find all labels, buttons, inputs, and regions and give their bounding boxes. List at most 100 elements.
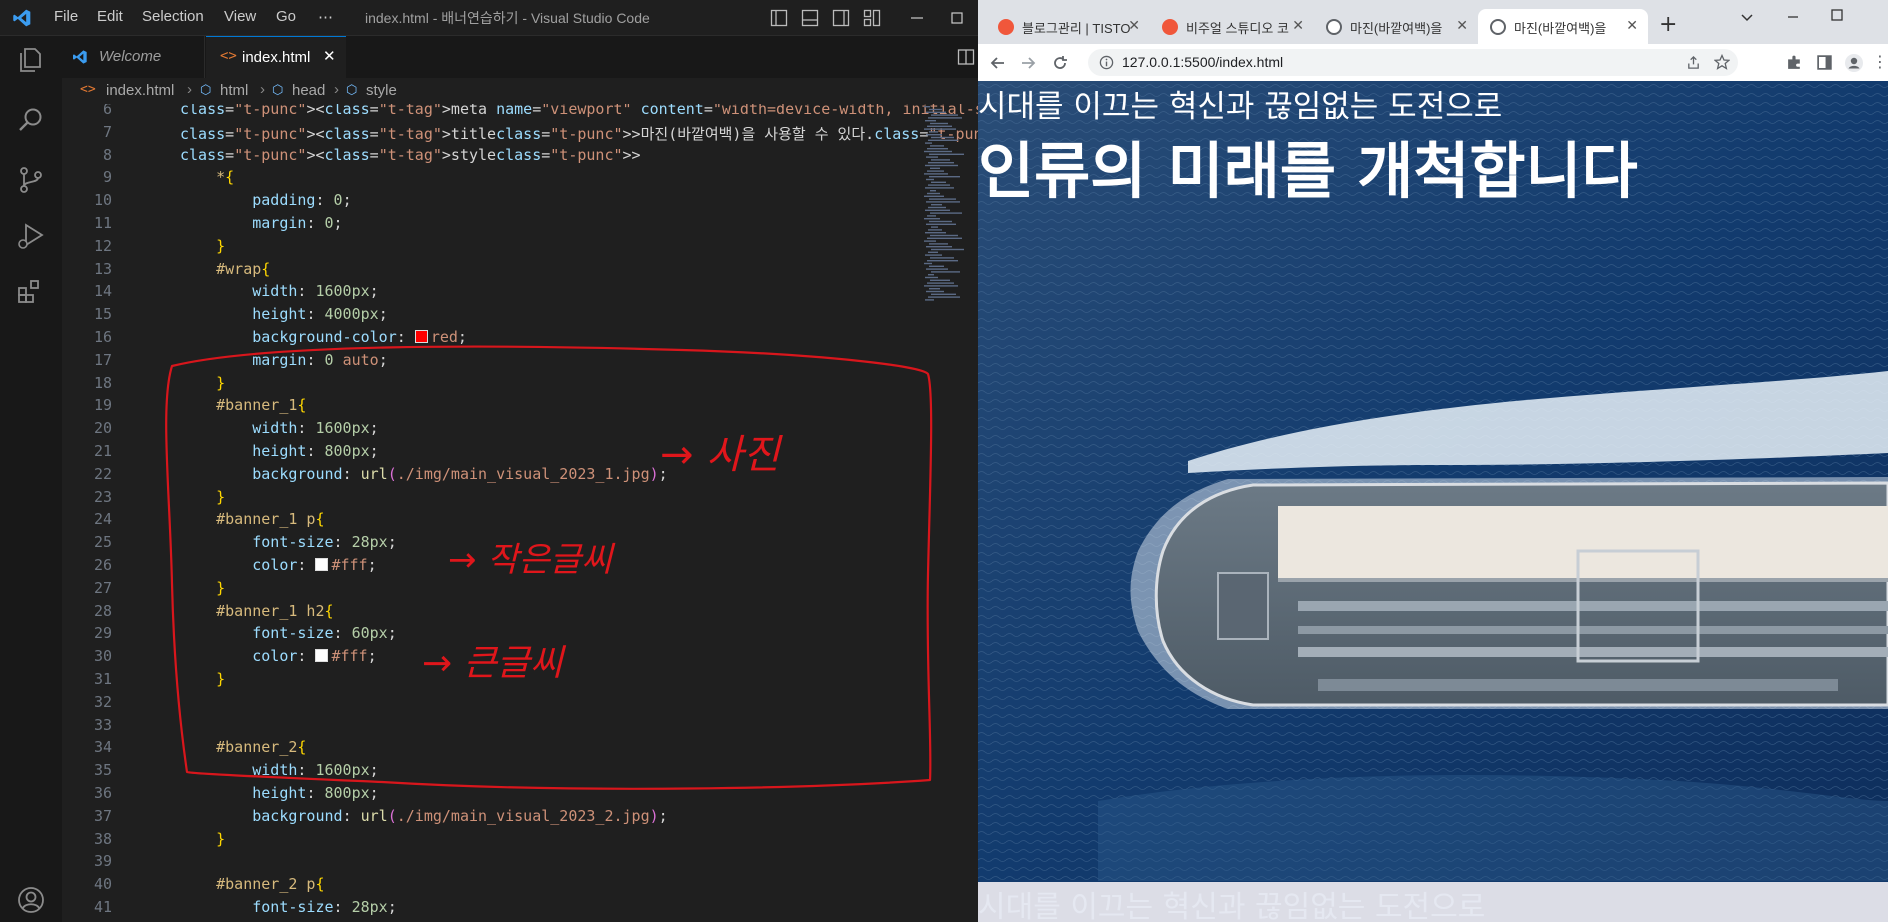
back-icon[interactable] — [988, 53, 1008, 73]
tab-label: 블로그관리 | TISTO — [1022, 21, 1131, 36]
minimap-line — [931, 226, 938, 228]
minimap-line — [930, 212, 962, 214]
address-bar[interactable]: 127.0.0.1:5500/index.html — [1088, 49, 1738, 76]
reload-icon[interactable] — [1050, 53, 1070, 73]
editor-tabs: Welcome <> index.html ✕ — [62, 36, 978, 79]
annotation-big-text: → 큰글씨 — [422, 643, 563, 684]
toggle-panel-icon[interactable] — [801, 9, 819, 27]
search-icon[interactable] — [15, 104, 47, 136]
element-icon: ⬡ — [272, 82, 284, 97]
minimap-line — [925, 209, 950, 211]
minimap-line — [924, 106, 930, 108]
side-panel-icon[interactable] — [1816, 54, 1833, 71]
menu-file[interactable]: File — [54, 8, 78, 25]
browser-tab[interactable]: 블로그관리 | TISTO ✕ — [986, 9, 1150, 44]
bookmark-star-icon[interactable] — [1714, 54, 1730, 70]
minimap-line — [931, 181, 946, 183]
minimize-icon[interactable] — [908, 9, 926, 27]
tab-strip: 블로그관리 | TISTO ✕ 비주얼 스튜디오 코 ✕ 마진(바깥여백)을 ✕… — [978, 0, 1888, 44]
source-control-icon[interactable] — [15, 164, 47, 196]
minimap-line — [929, 153, 964, 155]
forward-icon[interactable] — [1018, 53, 1038, 73]
menu-view[interactable]: View — [224, 8, 256, 25]
tab-search-icon[interactable] — [1740, 10, 1754, 24]
tab-close-icon[interactable]: ✕ — [1456, 17, 1468, 34]
browser-toolbar: 127.0.0.1:5500/index.html ⋮ — [978, 44, 1888, 82]
tab-close-icon[interactable]: ✕ — [1128, 17, 1140, 34]
accounts-icon[interactable] — [15, 884, 47, 916]
chrome-window: 블로그관리 | TISTO ✕ 비주얼 스튜디오 코 ✕ 마진(바깥여백)을 ✕… — [978, 0, 1888, 922]
browser-tab-active[interactable]: 마진(바깥여백)을 ✕ — [1478, 9, 1648, 44]
tab-welcome[interactable]: Welcome — [62, 36, 205, 78]
html-file-icon: <> — [80, 82, 96, 97]
explorer-icon[interactable] — [15, 44, 47, 76]
site-info-icon[interactable] — [1099, 55, 1114, 70]
tab-label: 마진(바깥여백)을 — [1514, 21, 1607, 36]
chrome-menu-icon[interactable]: ⋮ — [1872, 52, 1888, 71]
minimap-line — [928, 274, 934, 276]
minimap-line — [924, 128, 956, 130]
toggle-secondary-sidebar-icon[interactable] — [832, 9, 850, 27]
minimap-line — [927, 125, 952, 127]
breadcrumb-style[interactable]: style — [366, 82, 397, 99]
minimap-line — [925, 120, 936, 122]
split-editor-icon[interactable] — [957, 48, 975, 66]
element-icon: ⬡ — [346, 82, 358, 97]
new-tab-icon[interactable]: + — [1659, 12, 1677, 37]
banner2-paragraph: 시대를 이끄는 혁신과 끊임없는 도전으로 — [978, 890, 1486, 922]
run-debug-icon[interactable] — [15, 220, 47, 252]
customize-layout-icon[interactable] — [863, 9, 881, 27]
minimap-line — [929, 198, 956, 200]
minimap-line — [925, 254, 942, 256]
tab-close-icon[interactable]: ✕ — [1626, 17, 1638, 34]
minimap-line — [928, 139, 958, 141]
browser-tab[interactable]: 비주얼 스튜디오 코 ✕ — [1150, 9, 1314, 44]
minimap-line — [931, 271, 960, 273]
menu-edit[interactable]: Edit — [97, 8, 123, 25]
banner1-paragraph: 시대를 이끄는 혁신과 끊임없는 도전으로 — [978, 89, 1503, 125]
minimap-line — [925, 142, 932, 144]
minimap-line — [925, 187, 954, 189]
browser-tab[interactable]: 마진(바깥여백)을 ✕ — [1314, 9, 1478, 44]
minimap-line — [928, 184, 950, 186]
extensions-icon[interactable] — [15, 276, 47, 308]
menu-go[interactable]: Go — [276, 8, 296, 25]
profile-avatar-icon[interactable] — [1844, 53, 1864, 73]
minimap-line — [926, 223, 956, 225]
tab-close-icon[interactable]: ✕ — [1292, 17, 1304, 34]
page-viewport: 시대를 이끄는 혁신과 끊임없는 도전으로 인류의 미래를 개척합니다 시대를 … — [978, 81, 1888, 922]
breadcrumb-file[interactable]: index.html — [106, 82, 174, 99]
minimap-line — [929, 220, 952, 223]
tab-index-html[interactable]: <> index.html ✕ — [206, 36, 346, 79]
minimap-line — [928, 206, 946, 209]
annotation-small-text: → 작은글씨 — [448, 540, 613, 580]
minimap-line — [924, 240, 936, 242]
minimap-line — [926, 111, 946, 113]
minimap-line — [926, 178, 934, 181]
share-icon[interactable] — [1686, 55, 1701, 70]
html-file-icon: <> — [220, 48, 237, 64]
extensions-puzzle-icon[interactable] — [1786, 54, 1803, 71]
hand-drawn-annotation — [165, 345, 933, 790]
element-icon: ⬡ — [200, 82, 212, 97]
minimap-line — [926, 201, 960, 203]
breadcrumb-html[interactable]: html — [220, 82, 248, 99]
minimap-line — [929, 288, 940, 290]
minimize-icon[interactable] — [1786, 10, 1800, 24]
minimap-line — [929, 265, 944, 267]
activity-bar — [0, 36, 63, 922]
breadcrumb-head[interactable]: head — [292, 82, 325, 99]
minimap-line — [924, 218, 940, 220]
minimap-line — [924, 173, 948, 175]
minimap-line — [930, 234, 958, 237]
menu-more[interactable]: ⋯ — [318, 8, 333, 26]
close-icon[interactable]: ✕ — [323, 47, 336, 65]
code-editor[interactable]: 6 class="t-punc"><class="t-tag">meta name… — [62, 104, 978, 922]
maximize-icon[interactable] — [948, 9, 966, 27]
toggle-sidebar-icon[interactable] — [770, 9, 788, 27]
maximize-icon[interactable] — [1830, 8, 1844, 22]
minimap[interactable] — [920, 104, 978, 304]
menu-selection[interactable]: Selection — [142, 8, 204, 25]
minimap-line — [929, 131, 938, 133]
minimap-line — [926, 268, 948, 270]
